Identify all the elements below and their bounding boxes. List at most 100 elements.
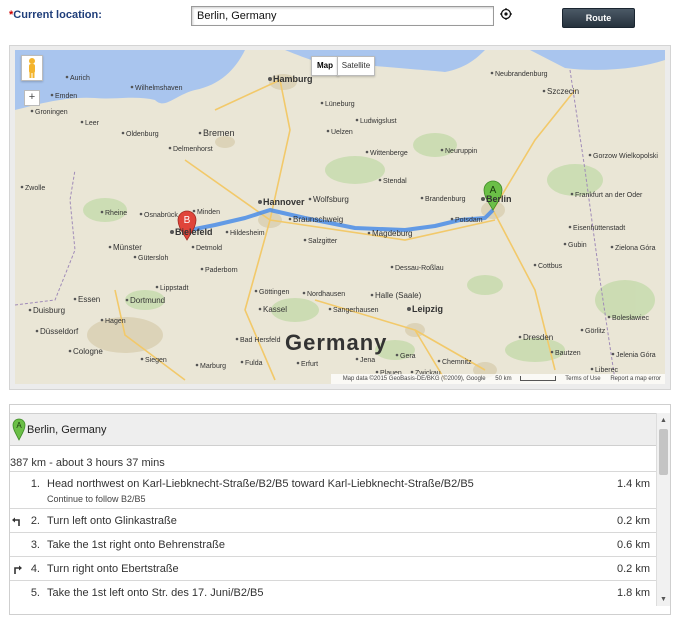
map-panel: A B Germany Hamburg Bremen Hannover Wolfsbu…	[9, 45, 671, 390]
city-dot	[420, 196, 424, 200]
route-summary: 387 km - about 3 hours 37 mins	[10, 457, 165, 469]
direction-step[interactable]: 4. Turn right onto Ebertstraße 0.2 km	[10, 556, 658, 580]
directions-steps: 1. Head northwest on Karl-Liebknecht-Stra…	[10, 471, 658, 604]
city-dot	[133, 255, 137, 259]
city-label: Oldenburg	[126, 131, 159, 138]
city-dot	[568, 225, 572, 229]
city-label: Münster	[113, 243, 142, 252]
city-dot	[437, 359, 441, 363]
city-label: Wolfsburg	[313, 195, 349, 204]
step-instruction: Turn right onto Ebertstraße	[47, 563, 179, 575]
map-type-map-button[interactable]: Map	[311, 56, 339, 76]
city-dot	[35, 329, 39, 333]
city-label: Cologne	[73, 347, 103, 356]
city-dot	[65, 75, 69, 79]
city-dot	[100, 318, 104, 322]
city-label: Bolesławiec	[612, 315, 649, 322]
step-distance: 0.2 km	[616, 563, 650, 575]
city-label: Wilhelmshaven	[135, 85, 183, 92]
city-label: Hagen	[105, 318, 126, 325]
city-label: Delmenhorst	[173, 146, 213, 153]
step-distance: 0.6 km	[616, 539, 650, 551]
city-dot	[518, 335, 522, 339]
city-dot	[320, 101, 324, 105]
city-dot	[590, 367, 594, 371]
city-dot	[258, 307, 262, 311]
map-graphic[interactable]: A B Germany HamburgBremenHannover Wolfsbu…	[15, 50, 665, 384]
city-dot	[168, 146, 172, 150]
city-dot	[370, 293, 374, 297]
city-dot	[139, 212, 143, 216]
city-dot	[440, 148, 444, 152]
city-dot	[410, 370, 414, 374]
city-dot	[268, 77, 272, 81]
city-label: Neubrandenburg	[495, 71, 548, 78]
city-label: Uelzen	[331, 129, 353, 136]
map-data-credit: Map data ©2015 GeoBasis-DE/BKG (©2009), …	[342, 376, 486, 382]
step-number: 4.	[30, 563, 40, 575]
zoom-in-button[interactable]: +	[24, 90, 40, 106]
city-dot	[200, 267, 204, 271]
direction-step[interactable]: 1. Head northwest on Karl-Liebknecht-Stra…	[10, 471, 658, 508]
terms-of-use-link[interactable]: Terms of Use	[565, 376, 600, 382]
city-dot	[100, 210, 104, 214]
step-number: 1.	[30, 478, 40, 490]
city-label: Bielefeld	[175, 227, 213, 237]
city-dot	[610, 245, 614, 249]
city-label: Jena	[360, 357, 375, 364]
direction-step[interactable]: 3. Take the 1st right onto Behrenstraße 0.…	[10, 532, 658, 556]
pegman-icon	[29, 58, 35, 78]
city-dot	[328, 307, 332, 311]
city-dot	[20, 185, 24, 189]
city-label: Jelenia Góra	[616, 352, 656, 359]
route-button[interactable]: Route	[562, 8, 635, 28]
city-dot	[235, 337, 239, 341]
city-dot	[550, 350, 554, 354]
locate-me-icon[interactable]	[500, 8, 512, 20]
current-location-label-text: Current location:	[13, 9, 102, 21]
city-label: Potsdam	[455, 217, 483, 224]
city-dot	[155, 285, 159, 289]
city-label: Bautzen	[555, 350, 581, 357]
city-label: Minden	[197, 209, 220, 216]
city-dot	[296, 361, 300, 365]
report-map-error-link[interactable]: Report a map error	[610, 376, 661, 382]
city-dot	[225, 230, 229, 234]
map-canvas[interactable]: A B Germany Hamburg Bremen Hannover Wolfsbu…	[15, 50, 665, 384]
city-label: Lippstadt	[160, 285, 188, 292]
city-label: Wittenberge	[370, 150, 408, 157]
map-scale-bar	[519, 375, 556, 381]
direction-step[interactable]: 5. Take the 1st left onto Str. des 17. Ju…	[10, 580, 658, 604]
city-label: Cottbus	[538, 263, 563, 270]
step-distance: 0.2 km	[616, 515, 650, 527]
city-dot	[288, 217, 292, 221]
city-label: Leipzig	[412, 304, 443, 314]
direction-step[interactable]: 2. Turn left onto Glinkastraße 0.2 km	[10, 508, 658, 532]
step-distance: 1.4 km	[616, 478, 650, 490]
city-label: Frankfurt an der Oder	[575, 192, 643, 199]
city-label: Gubin	[568, 242, 587, 249]
pegman-control[interactable]	[21, 55, 43, 81]
city-label: Szczecin	[547, 87, 579, 96]
city-label: Nordhausen	[307, 291, 345, 298]
city-label: Siegen	[145, 357, 167, 364]
city-label: Braunschweig	[293, 215, 343, 224]
svg-text:B: B	[184, 215, 191, 226]
scroll-up-icon[interactable]: ▲	[657, 415, 670, 427]
city-label: Sangerhausen	[333, 307, 379, 314]
city-label: Stendal	[383, 178, 407, 185]
city-dot	[563, 242, 567, 246]
scroll-down-icon[interactable]: ▼	[657, 594, 670, 606]
city-label: Düsseldorf	[40, 327, 79, 336]
city-label: Göttingen	[259, 289, 289, 296]
scroll-thumb[interactable]	[659, 429, 668, 475]
city-label: Hildesheim	[230, 230, 265, 237]
map-type-satellite-button[interactable]: Satellite	[337, 56, 375, 76]
city-dot	[50, 93, 54, 97]
city-label: Rheine	[105, 210, 127, 217]
city-label: Zwolle	[25, 185, 45, 192]
directions-scrollbar[interactable]: ▲ ▼	[656, 413, 670, 606]
current-location-input[interactable]	[191, 6, 494, 26]
city-dot	[375, 370, 379, 374]
city-dot	[68, 349, 72, 353]
